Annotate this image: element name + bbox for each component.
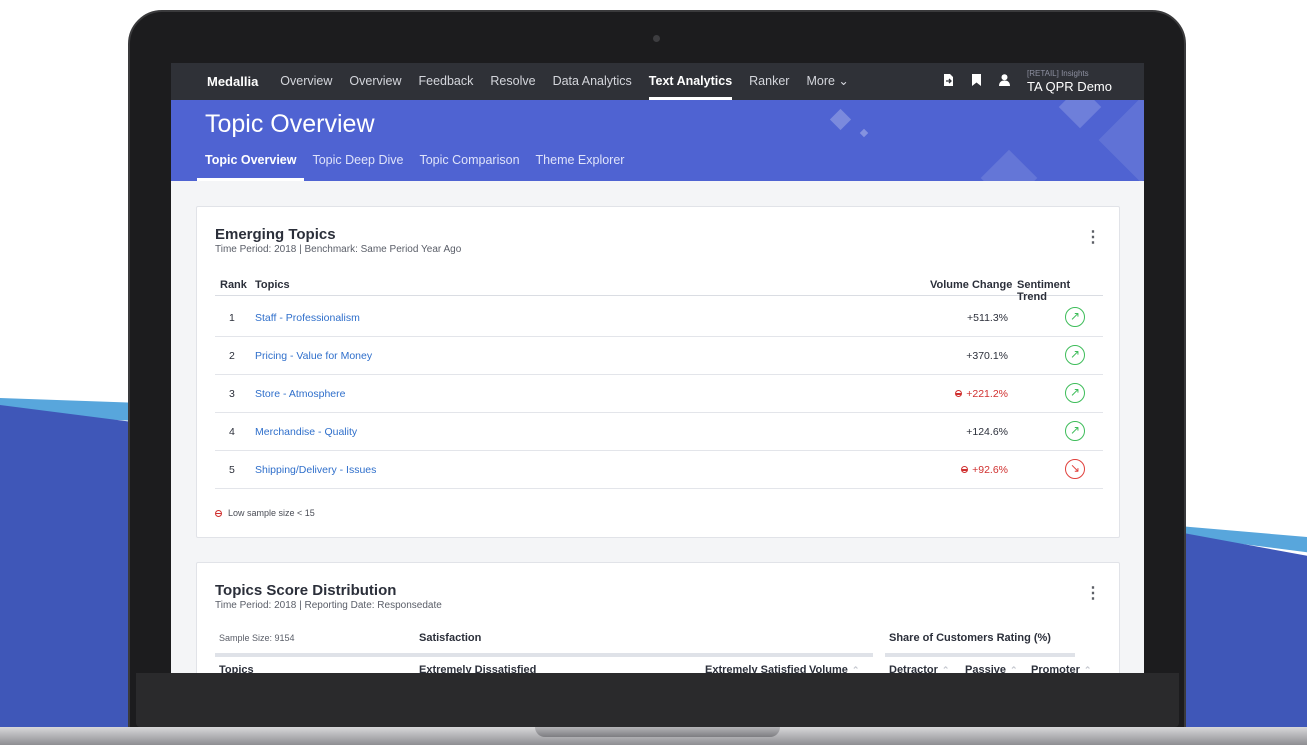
column-detractor-label: Detractor (889, 664, 938, 673)
decor-diamond (980, 149, 1038, 181)
column-promoter[interactable]: Promoter ⌃ (1031, 664, 1091, 673)
card-subtitle: Time Period: 2018 | Reporting Date: Resp… (215, 600, 442, 611)
user-name: TA QPR Demo (1026, 79, 1112, 94)
row-rank: 1 (229, 312, 235, 324)
column-volume-label: Volume (809, 664, 848, 673)
page-header: Topic Overview Topic Overview Topic Deep… (171, 100, 1144, 181)
card-subtitle: Time Period: 2018 | Benchmark: Same Peri… (215, 244, 462, 255)
card-title: Emerging Topics (215, 226, 336, 243)
column-detractor[interactable]: Detractor ⌃ (889, 664, 949, 673)
nav-item-text-analytics[interactable]: Text Analytics (648, 63, 733, 100)
decor-diamond (1058, 100, 1102, 129)
low-sample-icon (961, 466, 969, 473)
user-icon[interactable] (999, 74, 1011, 89)
table-row: 4 Merchandise - Quality +124.6% ↗ (215, 413, 1103, 451)
page: Medallia Overview Overview Feedback Reso… (0, 0, 1307, 745)
emerging-topics-card: Emerging Topics Time Period: 2018 | Benc… (196, 206, 1120, 538)
export-icon[interactable] (943, 74, 955, 89)
row-rank: 2 (229, 350, 235, 362)
subtab-bar: Topic Overview Topic Deep Dive Topic Com… (197, 151, 632, 181)
row-rank: 5 (229, 464, 235, 476)
sort-icon[interactable]: ⌃ (852, 665, 860, 673)
low-sample-text: Low sample size < 15 (228, 508, 315, 518)
laptop-notch (535, 727, 780, 737)
satisfaction-header: Satisfaction (419, 632, 482, 644)
topic-link[interactable]: Shipping/Delivery - Issues (255, 464, 376, 476)
background-wave-right (1167, 530, 1307, 745)
volume-change: +511.3% (967, 312, 1008, 324)
trend-up-icon[interactable]: ↗ (1065, 383, 1085, 403)
nav-item-ranker[interactable]: Ranker (749, 63, 789, 100)
volume-value: +92.6% (972, 464, 1008, 476)
nav-item-overview[interactable]: Overview (280, 63, 332, 100)
decor-diamond (1098, 100, 1144, 181)
card-title: Topics Score Distribution (215, 582, 397, 599)
tab-topic-deep-dive[interactable]: Topic Deep Dive (304, 151, 411, 181)
trend-up-icon[interactable]: ↗ (1065, 421, 1085, 441)
nav-item-feedback[interactable]: Feedback (418, 63, 473, 100)
table-header: Rank Topics Volume Change Sentiment Tren… (215, 274, 1103, 303)
topic-link[interactable]: Store - Atmosphere (255, 388, 345, 400)
table-row: 2 Pricing - Value for Money +370.1% ↗ (215, 337, 1103, 375)
topic-link[interactable]: Merchandise - Quality (255, 426, 357, 438)
low-sample-note: Low sample size < 15 (215, 508, 315, 518)
decor-diamond (859, 128, 869, 138)
sample-size: Sample Size: 9154 (219, 633, 295, 643)
column-rank[interactable]: Rank (220, 279, 247, 291)
tab-topic-comparison[interactable]: Topic Comparison (411, 151, 527, 181)
low-sample-icon (215, 509, 222, 517)
trend-up-icon[interactable]: ↗ (1065, 307, 1085, 327)
trend-up-icon[interactable]: ↗ (1065, 345, 1085, 365)
table-row: 5 Shipping/Delivery - Issues +92.6% ↘ (215, 451, 1103, 489)
column-passive[interactable]: Passive ⌃ (965, 664, 1018, 673)
volume-change: +221.2% (955, 388, 1008, 400)
column-volume[interactable]: Volume ⌃ (809, 664, 859, 673)
bookmark-icon[interactable] (971, 74, 983, 89)
trend-down-icon[interactable]: ↘ (1065, 459, 1085, 479)
table-row: 3 Store - Atmosphere +221.2% ↗ (215, 375, 1103, 413)
table-row: 1 Staff - Professionalism +511.3% ↗ (215, 299, 1103, 337)
brand-logo[interactable]: Medallia (207, 74, 258, 89)
decor-diamond (829, 108, 852, 131)
user-account[interactable]: [RETAIL] Insights TA QPR Demo (1026, 69, 1112, 94)
column-extremely-dissatisfied[interactable]: Extremely Dissatisfied (419, 664, 536, 673)
volume-change: +124.6% (966, 426, 1008, 438)
page-title: Topic Overview (205, 110, 375, 138)
topic-link[interactable]: Staff - Professionalism (255, 312, 360, 324)
column-extremely-satisfied[interactable]: Extremely Satisfied (705, 664, 807, 673)
volume-value: +221.2% (966, 388, 1008, 400)
user-org: [RETAIL] Insights (1026, 69, 1089, 78)
kebab-menu-icon[interactable]: ⋮ (1085, 227, 1101, 247)
topic-link[interactable]: Pricing - Value for Money (255, 350, 372, 362)
kebab-menu-icon[interactable]: ⋮ (1085, 583, 1101, 603)
divider (215, 653, 873, 657)
camera-icon (653, 35, 660, 42)
tab-topic-overview[interactable]: Topic Overview (197, 151, 305, 181)
column-promoter-label: Promoter (1031, 664, 1080, 673)
sort-icon[interactable]: ⌃ (1084, 665, 1092, 673)
sort-icon[interactable]: ⌃ (942, 665, 950, 673)
app-screen: Medallia Overview Overview Feedback Reso… (171, 63, 1144, 673)
sort-icon[interactable]: ⌃ (1010, 665, 1018, 673)
top-navigation: Medallia Overview Overview Feedback Reso… (171, 63, 1144, 100)
laptop-chin (136, 673, 1179, 727)
low-sample-icon (955, 390, 963, 397)
row-rank: 3 (229, 388, 235, 400)
column-volume-change[interactable]: Volume Change (930, 279, 1012, 291)
nav-item-resolve[interactable]: Resolve (490, 63, 535, 100)
nav-actions: [RETAIL] Insights TA QPR Demo (943, 63, 1144, 100)
nav-item-overview-2[interactable]: Overview (349, 63, 401, 100)
share-rating-header: Share of Customers Rating (%) (889, 632, 1051, 644)
row-rank: 4 (229, 426, 235, 438)
tab-theme-explorer[interactable]: Theme Explorer (528, 151, 633, 181)
column-topics[interactable]: Topics (255, 279, 290, 291)
divider (885, 653, 1075, 657)
score-distribution-card: Topics Score Distribution Time Period: 2… (196, 562, 1120, 673)
column-topics[interactable]: Topics (219, 664, 254, 673)
nav-item-more[interactable]: More ⌄ (806, 63, 848, 100)
volume-change: +370.1% (966, 350, 1008, 362)
nav-item-data-analytics[interactable]: Data Analytics (553, 63, 632, 100)
volume-change: +92.6% (961, 464, 1008, 476)
column-passive-label: Passive (965, 664, 1006, 673)
